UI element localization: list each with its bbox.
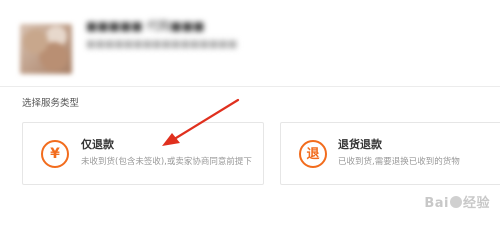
return-icon: 退: [299, 140, 327, 168]
section-title: 选择服务类型: [22, 98, 80, 109]
refund-icon-glyph: ¥: [50, 146, 60, 162]
watermark-text-a: Bai: [424, 196, 449, 211]
return-refund-desc: 已收到货,需要退换已收到的货物: [338, 157, 460, 167]
return-icon-glyph: 退: [306, 146, 320, 162]
refund-only-option[interactable]: ¥ 仅退款 未收到货(包含未签收),或卖家协商同意前提下: [22, 122, 264, 185]
baidu-watermark: Bai 经验: [424, 192, 490, 211]
product-thumbnail: [20, 24, 72, 74]
paw-icon: [449, 196, 462, 208]
refund-only-desc: 未收到货(包含未签收),或卖家协商同意前提下: [81, 157, 252, 167]
refund-only-title: 仅退款: [81, 138, 114, 151]
return-refund-title: 退货退款: [338, 138, 382, 151]
product-spec: ■■■■■■■■■■■■■■■■: [86, 39, 238, 50]
divider: [0, 86, 500, 87]
watermark-text-b: 经验: [462, 196, 490, 211]
refund-service-page: ■■■■■ 代购■■■ ■■■■■■■■■■■■■■■■ 选择服务类型 ¥ 仅退…: [0, 0, 500, 217]
refund-yen-icon: ¥: [41, 140, 69, 168]
return-refund-option[interactable]: 退 退货退款 已收到货,需要退换已收到的货物: [280, 122, 500, 185]
product-title: ■■■■■ 代购■■■: [86, 19, 205, 33]
